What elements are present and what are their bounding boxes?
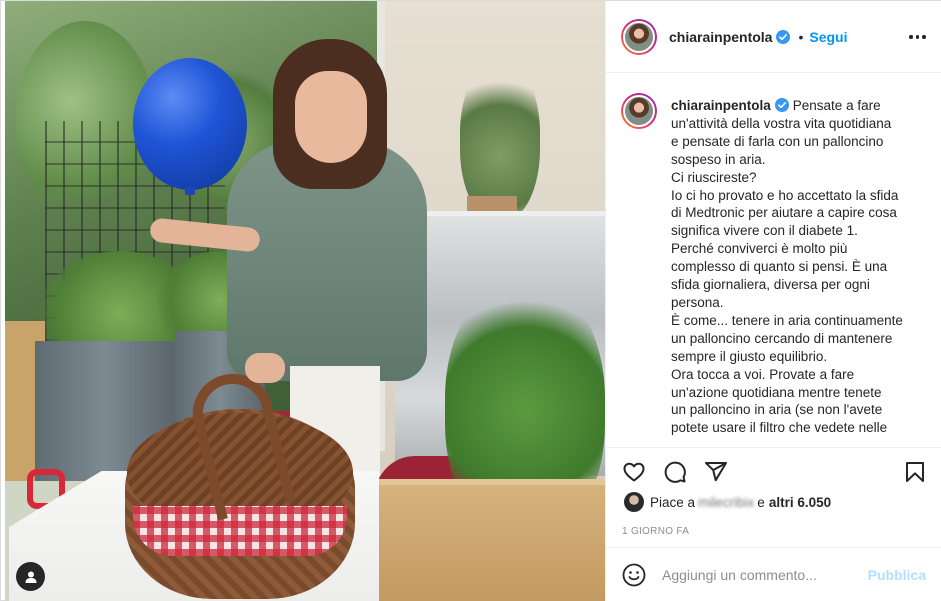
- more-horizontal-icon[interactable]: [909, 29, 927, 45]
- verified-badge-icon: [776, 29, 791, 44]
- liker-username[interactable]: milecribix: [698, 495, 754, 510]
- likes-prefix: Piace a: [650, 494, 696, 510]
- caption-line: significa vivere con il diabete 1.: [671, 223, 858, 239]
- header-separator: •: [798, 28, 804, 45]
- caption-line: Io ci ho provato e ho accettato la sfida: [671, 187, 899, 203]
- comment-input[interactable]: [662, 567, 862, 583]
- caption-line: un palloncino cercando di mantenere: [671, 330, 893, 346]
- caption-line: Ora tocca a voi. Provate a fare: [671, 366, 855, 382]
- liker-avatar[interactable]: [624, 492, 644, 512]
- photo-blue-balloon: [133, 58, 247, 190]
- caption-line: sempre il giusto equilibrio.: [671, 348, 828, 364]
- instagram-post: chiarainpentola • Segui chiarainpentola P…: [0, 0, 941, 601]
- verified-badge-icon: [774, 98, 789, 112]
- likes-summary: Piace a milecribix e altri 6.050: [624, 492, 831, 512]
- caption-line: un'attività della vostra vita quotidiana: [671, 115, 892, 131]
- likes-count[interactable]: altri 6.050: [769, 495, 831, 510]
- caption-line: sospeso in aria.: [671, 151, 766, 167]
- post-side-panel: chiarainpentola • Segui chiarainpentola P…: [605, 1, 941, 601]
- caption-line: È come... tenere in aria continuamente: [671, 312, 903, 328]
- post-header: chiarainpentola • Segui: [606, 1, 941, 73]
- caption-username[interactable]: chiarainpentola: [671, 98, 771, 113]
- caption-line: potete usare il filtro che vedete nelle: [671, 420, 888, 436]
- post-time-ago[interactable]: 1 GIORNO FA: [622, 526, 689, 537]
- bookmark-icon[interactable]: [903, 460, 927, 484]
- caption-line: persona.: [671, 294, 724, 310]
- follow-button[interactable]: Segui: [809, 29, 847, 45]
- publish-button[interactable]: Pubblica: [868, 567, 926, 583]
- header-username[interactable]: chiarainpentola: [669, 29, 772, 45]
- comment-bar: Pubblica: [606, 547, 941, 601]
- caption-line: Ci riuscireste?: [671, 169, 757, 185]
- emoji-icon[interactable]: [622, 563, 646, 587]
- caption-line: sfida giornaliera, diversa per ogni: [671, 277, 870, 293]
- share-icon[interactable]: [704, 460, 728, 484]
- photo-wooden-crate: [375, 479, 605, 601]
- caption-line: Perché conviverci è molto più: [671, 241, 848, 257]
- caption-line: di Medtronic per aiutare a capire cosa: [671, 205, 897, 221]
- caption-line: complesso di quanto si pensi. È una: [671, 259, 888, 275]
- heart-icon[interactable]: [622, 460, 646, 484]
- caption-line: un palloncino in aria (se non l'avete: [671, 402, 883, 418]
- tagged-user-icon[interactable]: [16, 562, 45, 591]
- caption-avatar[interactable]: [621, 93, 657, 129]
- comment-icon[interactable]: [663, 460, 687, 484]
- post-caption: chiarainpentola Pensate a fare un'attivit…: [606, 74, 941, 446]
- post-photo[interactable]: [5, 1, 605, 601]
- caption-line: Pensate a fare: [792, 98, 881, 113]
- caption-line: e pensate di farla con un palloncino: [671, 133, 884, 149]
- likes-connector: e: [757, 494, 765, 510]
- post-actions: Piace a milecribix e altri 6.050 1 GIORN…: [606, 447, 941, 557]
- caption-line: un'azione quotidiana mentre tenete: [671, 384, 882, 400]
- header-avatar[interactable]: [621, 18, 657, 55]
- photo-woman-face: [295, 71, 367, 163]
- caption-text: chiarainpentola Pensate a fare un'attivit…: [671, 97, 926, 437]
